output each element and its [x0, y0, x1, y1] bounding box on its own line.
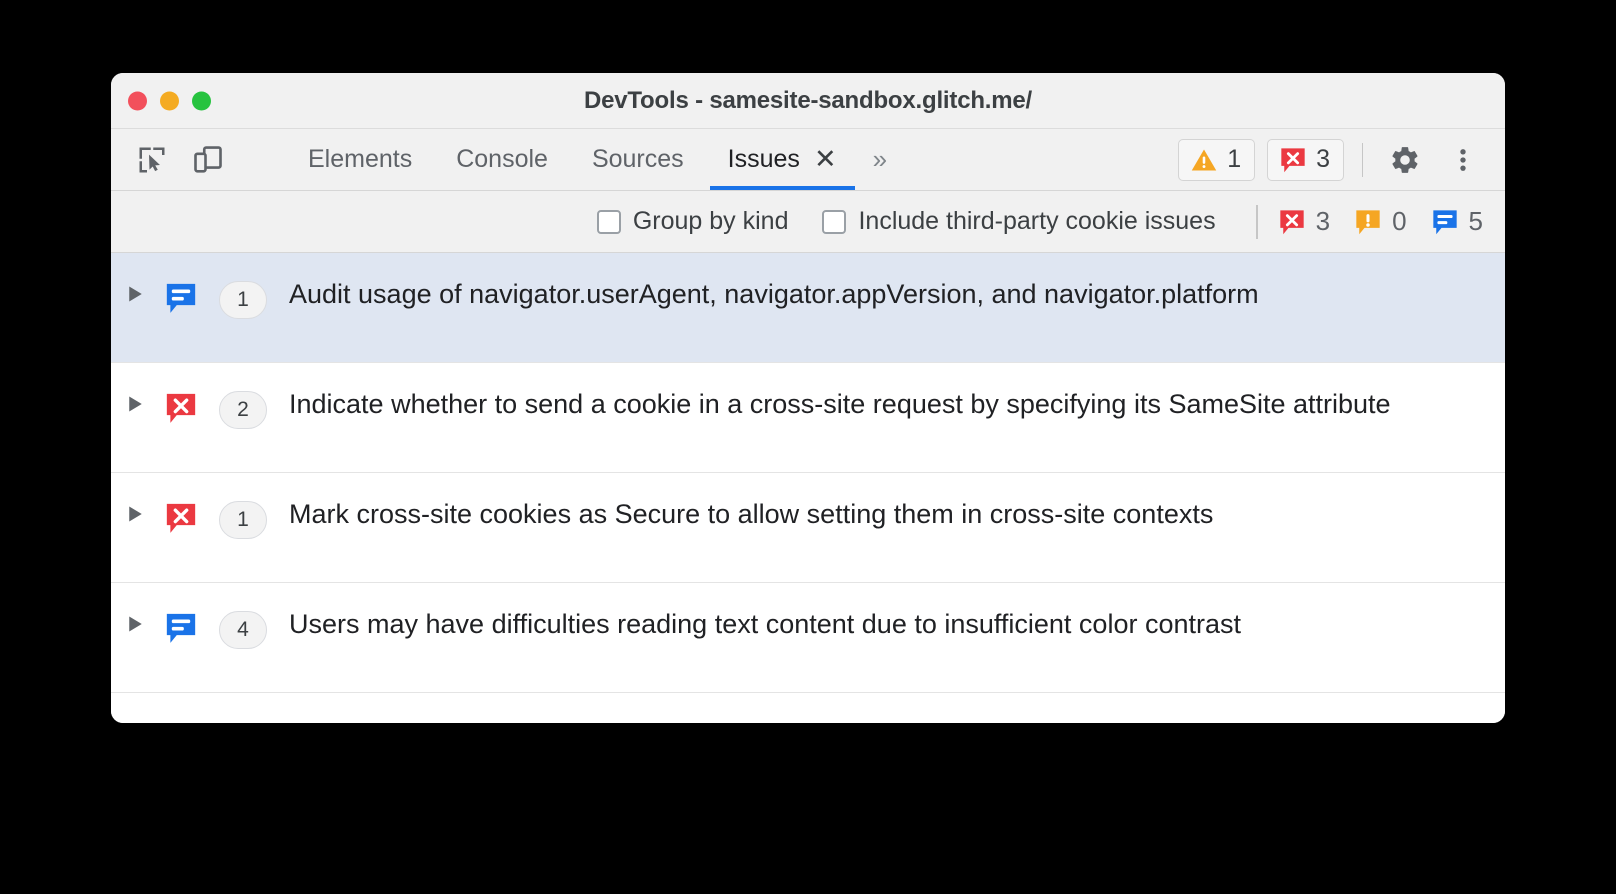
toolbar-icon-group [133, 129, 264, 190]
warning-issue-count[interactable]: 0 [1354, 206, 1407, 237]
tabbar-divider [1362, 142, 1363, 177]
devtools-tabbar: Elements Console Sources Issues ✕ » 1 3 [111, 129, 1505, 191]
tab-elements[interactable]: Elements [286, 129, 434, 190]
issue-count-badge: 1 [219, 281, 267, 319]
issue-count-badge: 4 [219, 611, 267, 649]
table-row[interactable]: 2 Indicate whether to send a cookie in a… [111, 363, 1505, 473]
devtools-window: DevTools - samesite-sandbox.glitch.me/ E… [111, 73, 1505, 723]
tab-sources-label: Sources [591, 145, 684, 173]
warning-bubble-icon [1354, 208, 1382, 236]
table-row[interactable]: 1 Mark cross-site cookies as Secure to a… [111, 473, 1505, 583]
issue-title[interactable]: Users may have difficulties reading text… [289, 605, 1241, 643]
more-options-icon[interactable] [1441, 138, 1485, 182]
minimize-window-button[interactable] [160, 91, 179, 110]
panel-tabs: Elements Console Sources Issues ✕ » [286, 129, 1166, 190]
window-titlebar: DevTools - samesite-sandbox.glitch.me/ [111, 73, 1505, 129]
warning-triangle-icon [1190, 146, 1218, 174]
maximize-window-button[interactable] [192, 91, 211, 110]
page-error-count-value: 3 [1315, 206, 1331, 236]
window-title: DevTools - samesite-sandbox.glitch.me/ [583, 86, 1033, 114]
window-controls [128, 91, 211, 110]
tab-issues-label: Issues [727, 145, 800, 173]
issues-filterbar: Group by kind Include third-party cookie… [111, 191, 1505, 253]
issue-title[interactable]: Indicate whether to send a cookie in a c… [289, 385, 1391, 423]
issue-title[interactable]: Mark cross-site cookies as Secure to all… [289, 495, 1213, 533]
tab-sources[interactable]: Sources [570, 129, 706, 190]
chevron-double-right-icon[interactable]: » [859, 129, 901, 190]
issue-count-badge: 2 [219, 391, 267, 429]
close-window-button[interactable] [128, 91, 147, 110]
page-error-count[interactable]: 3 [1278, 206, 1330, 237]
close-icon[interactable]: ✕ [814, 146, 837, 173]
group-by-kind-checkbox[interactable] [596, 209, 621, 234]
group-by-kind-label: Group by kind [632, 207, 789, 235]
inspect-element-icon[interactable] [133, 141, 171, 179]
tab-issues[interactable]: Issues ✕ [706, 129, 859, 190]
issue-title[interactable]: Audit usage of navigator.userAgent, navi… [289, 275, 1259, 313]
tab-console[interactable]: Console [434, 129, 570, 190]
error-bubble-icon [1278, 208, 1306, 236]
error-bubble-icon [159, 385, 203, 425]
info-issue-count-value: 5 [1468, 206, 1483, 236]
device-toolbar-icon[interactable] [189, 141, 227, 179]
expand-arrow-icon[interactable] [111, 275, 159, 303]
expand-arrow-icon[interactable] [111, 385, 159, 413]
warning-count-chip[interactable]: 1 [1178, 138, 1256, 181]
error-bubble-icon [1279, 146, 1307, 174]
tabbar-status-group: 1 3 [1166, 129, 1505, 190]
warning-issue-count-value: 0 [1392, 206, 1407, 236]
error-count-value: 3 [1316, 145, 1330, 173]
tab-elements-label: Elements [308, 145, 413, 173]
table-row[interactable]: 1 Audit usage of navigator.userAgent, na… [111, 253, 1505, 363]
warning-count-value: 1 [1227, 145, 1242, 173]
group-by-kind-checkbox-row[interactable]: Group by kind [596, 207, 789, 236]
info-issue-count[interactable]: 5 [1431, 206, 1483, 237]
issue-count-badge: 1 [219, 501, 267, 539]
info-bubble-icon [159, 605, 203, 645]
info-bubble-icon [1431, 208, 1459, 236]
expand-arrow-icon[interactable] [111, 605, 159, 633]
gear-icon[interactable] [1383, 138, 1427, 182]
error-count-chip[interactable]: 3 [1267, 138, 1344, 181]
filterbar-divider [1255, 204, 1258, 239]
screenshot-root: DevTools - samesite-sandbox.glitch.me/ E… [0, 0, 1616, 894]
error-bubble-icon [159, 495, 203, 535]
expand-arrow-icon[interactable] [111, 495, 159, 523]
table-row[interactable]: 4 Users may have difficulties reading te… [111, 583, 1505, 693]
third-party-cookies-checkbox[interactable] [822, 209, 847, 234]
third-party-cookies-checkbox-row[interactable]: Include third-party cookie issues [822, 207, 1216, 236]
third-party-cookies-label: Include third-party cookie issues [858, 207, 1216, 235]
info-bubble-icon [159, 275, 203, 315]
issues-list: 1 Audit usage of navigator.userAgent, na… [111, 253, 1505, 723]
tab-console-label: Console [456, 145, 548, 173]
